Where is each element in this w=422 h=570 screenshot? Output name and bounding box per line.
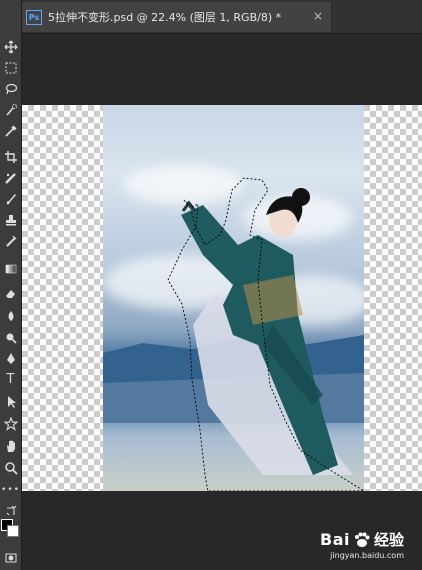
document-tab-title: 5拉伸不变形.psd @ 22.4% (图层 1, RGB/8) * <box>48 11 282 24</box>
swap-colors-icon[interactable] <box>0 500 21 521</box>
brush-icon[interactable] <box>0 188 21 209</box>
baidu-jingyan-watermark: Bai 经验 jingyan.baidu.com <box>320 529 404 560</box>
pen-icon[interactable] <box>0 348 21 369</box>
document-tab-bar: Ps 5拉伸不变形.psd @ 22.4% (图层 1, RGB/8) * × <box>22 0 422 34</box>
eyedropper-icon[interactable] <box>0 120 21 141</box>
tools-panel: T ••• <box>0 0 22 570</box>
zoom-icon[interactable] <box>0 457 21 478</box>
crop-icon[interactable] <box>0 146 21 167</box>
photo-layer[interactable] <box>103 105 364 491</box>
lasso-icon[interactable] <box>0 78 21 99</box>
path-select-icon[interactable] <box>0 391 21 412</box>
blur-icon[interactable] <box>0 305 21 326</box>
quick-select-icon[interactable] <box>0 99 21 120</box>
move-icon[interactable] <box>0 36 21 57</box>
gradient-icon[interactable] <box>0 258 21 279</box>
quick-mask-icon[interactable] <box>0 547 21 568</box>
paw-icon <box>354 532 370 547</box>
hanfu-figure <box>181 188 353 475</box>
spot-heal-icon[interactable] <box>0 167 21 188</box>
eraser-icon[interactable] <box>0 282 21 303</box>
shape-icon[interactable] <box>0 413 21 434</box>
photoshop-document-icon: Ps <box>26 9 42 25</box>
watermark-url: jingyan.baidu.com <box>330 551 404 560</box>
background-color-swatch[interactable] <box>7 525 19 537</box>
type-icon[interactable]: T <box>0 369 21 390</box>
watermark-brand-suffix: 经验 <box>373 531 404 549</box>
marquee-icon[interactable] <box>0 57 21 78</box>
document-tab[interactable]: Ps 5拉伸不变形.psd @ 22.4% (图层 1, RGB/8) * × <box>22 2 332 32</box>
history-brush-icon[interactable] <box>0 230 21 251</box>
clone-stamp-icon[interactable] <box>0 209 21 230</box>
close-icon[interactable]: × <box>313 9 323 23</box>
more-tools-icon[interactable]: ••• <box>0 480 21 501</box>
dodge-icon[interactable] <box>0 327 21 348</box>
hand-icon[interactable] <box>0 435 21 456</box>
watermark-brand: Bai <box>320 530 350 549</box>
